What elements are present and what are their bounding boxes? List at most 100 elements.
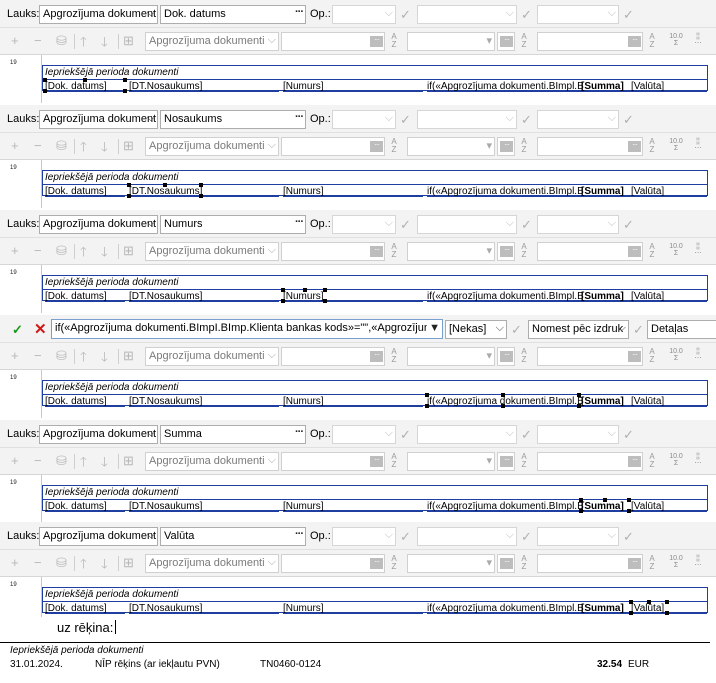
detalas-select[interactable]: Detaļas xyxy=(647,320,716,339)
move-down-icon[interactable]: 🡓 xyxy=(101,453,108,475)
indent-icon[interactable]: ¦¦ ⋯ xyxy=(691,33,705,47)
operator-select[interactable]: ⌵ xyxy=(332,527,396,546)
indent-icon[interactable]: ¦¦ ⋯ xyxy=(691,555,705,569)
source-select[interactable]: Apgrozījuma dokumenti ⌵ xyxy=(145,137,279,156)
apply-check-icon[interactable]: ✓ xyxy=(511,322,522,338)
apply-check-icon[interactable]: ✓ xyxy=(623,112,634,128)
source-select[interactable]: Apgrozījuma dokumenti ⌵ xyxy=(145,452,279,471)
expression-box[interactable]: ··· xyxy=(281,452,385,471)
value-select[interactable]: ⌵ xyxy=(417,527,517,546)
sort-icon[interactable]: AZ xyxy=(645,33,659,49)
ellipsis-icon[interactable]: ··· xyxy=(500,351,513,362)
apply-check-icon[interactable]: ✓ xyxy=(623,217,634,233)
ellipsis-icon[interactable]: ··· xyxy=(295,6,304,18)
report-band[interactable]: Iepriekšējā perioda dokumenti [Dok. datu… xyxy=(42,65,708,93)
option-select[interactable]: ⌵ xyxy=(537,215,619,234)
sort-az-icon[interactable]: AZ xyxy=(387,555,401,571)
ellipsis-icon[interactable]: ··· xyxy=(500,36,513,47)
add-icon[interactable]: + xyxy=(11,33,19,48)
sort-box[interactable]: ··· xyxy=(497,554,515,573)
database-icon[interactable]: ⛁ xyxy=(56,348,67,364)
sum-icon[interactable]: 10.0 Σ xyxy=(669,243,683,257)
tree-icon[interactable]: ⊞ xyxy=(123,138,134,154)
database-icon[interactable]: ⛁ xyxy=(56,138,67,154)
expression-box[interactable]: ··· xyxy=(281,137,385,156)
group-box[interactable]: ··· xyxy=(537,347,643,366)
sort-icon[interactable]: AZ xyxy=(645,243,659,259)
sort-icon[interactable]: AZ xyxy=(645,138,659,154)
ellipsis-icon[interactable]: ··· xyxy=(628,351,641,362)
sort-box[interactable]: ··· xyxy=(497,452,515,471)
move-down-icon[interactable]: 🡓 xyxy=(101,138,108,160)
report-band[interactable]: Iepriekšējā perioda dokumenti [Dok. datu… xyxy=(42,587,708,615)
nomest-select[interactable]: Nomest pēc izdruk ⌵ xyxy=(528,320,629,339)
sort-select[interactable]: ▾ xyxy=(407,32,495,51)
operator-select[interactable]: ⌵ xyxy=(332,5,396,24)
indent-icon[interactable]: ¦¦ ⋯ xyxy=(691,243,705,257)
ellipsis-icon[interactable]: ··· xyxy=(370,36,383,47)
ellipsis-icon[interactable]: ··· xyxy=(370,558,383,569)
cancel-x-icon[interactable]: ✕ xyxy=(34,320,47,338)
sort-box[interactable]: ··· xyxy=(497,32,515,51)
apply-check-icon[interactable]: ✓ xyxy=(623,427,634,443)
sort-select[interactable]: ▾ xyxy=(407,242,495,261)
database-icon[interactable]: ⛁ xyxy=(56,243,67,259)
sort-box[interactable]: ··· xyxy=(497,347,515,366)
sum-icon[interactable]: 10.0 Σ xyxy=(669,33,683,47)
table-select[interactable]: Apgrozījuma dokument ⌵ xyxy=(39,5,158,24)
apply-check-icon[interactable]: ✓ xyxy=(521,529,532,545)
expression-box[interactable]: ··· xyxy=(281,32,385,51)
group-box[interactable]: ··· xyxy=(537,32,643,51)
sort-az-icon[interactable]: AZ xyxy=(387,33,401,49)
table-select[interactable]: Apgrozījuma dokument ⌵ xyxy=(39,425,158,444)
sort-select[interactable]: ▾ xyxy=(407,452,495,471)
ellipsis-icon[interactable]: ··· xyxy=(628,246,641,257)
sort-az-icon[interactable]: AZ xyxy=(387,138,401,154)
option-select[interactable]: ⌵ xyxy=(537,110,619,129)
ellipsis-icon[interactable]: ··· xyxy=(500,246,513,257)
database-icon[interactable]: ⛁ xyxy=(56,555,67,571)
source-select[interactable]: Apgrozījuma dokumenti ⌵ xyxy=(145,347,279,366)
move-down-icon[interactable]: 🡓 xyxy=(101,243,108,265)
sort-icon[interactable]: AZ xyxy=(645,348,659,364)
value-select[interactable]: ⌵ xyxy=(417,215,517,234)
ellipsis-icon[interactable]: ··· xyxy=(295,426,304,438)
table-select[interactable]: Apgrozījuma dokument ⌵ xyxy=(39,215,158,234)
indent-icon[interactable]: ¦¦ ⋯ xyxy=(691,453,705,467)
source-select[interactable]: Apgrozījuma dokumenti ⌵ xyxy=(145,32,279,51)
field-select[interactable]: Nosaukums ··· xyxy=(160,110,306,129)
move-up-icon[interactable]: 🡑 xyxy=(80,33,87,55)
apply-check-icon[interactable]: ✓ xyxy=(400,7,411,23)
remove-icon[interactable]: − xyxy=(34,348,42,363)
tree-icon[interactable]: ⊞ xyxy=(123,555,134,571)
indent-icon[interactable]: ¦¦ ⋯ xyxy=(691,348,705,362)
ellipsis-icon[interactable]: ··· xyxy=(370,351,383,362)
add-icon[interactable]: + xyxy=(11,555,19,570)
apply-check-icon[interactable]: ✓ xyxy=(400,112,411,128)
tree-icon[interactable]: ⊞ xyxy=(123,453,134,469)
ellipsis-icon[interactable]: ··· xyxy=(295,528,304,540)
sum-icon[interactable]: 10.0 Σ xyxy=(669,453,683,467)
tree-icon[interactable]: ⊞ xyxy=(123,348,134,364)
ellipsis-icon[interactable]: ··· xyxy=(628,141,641,152)
group-box[interactable]: ··· xyxy=(537,554,643,573)
apply-check-icon[interactable]: ✓ xyxy=(521,427,532,443)
remove-icon[interactable]: − xyxy=(34,138,42,153)
sum-icon[interactable]: 10.0 Σ xyxy=(669,555,683,569)
field-select[interactable]: Summa ··· xyxy=(160,425,306,444)
add-icon[interactable]: + xyxy=(11,453,19,468)
ellipsis-icon[interactable]: ··· xyxy=(628,456,641,467)
value-select[interactable]: ⌵ xyxy=(417,5,517,24)
expression-box[interactable]: ··· xyxy=(281,347,385,366)
sort-icon[interactable]: AZ xyxy=(645,453,659,469)
group-box[interactable]: ··· xyxy=(537,137,643,156)
move-up-icon[interactable]: 🡑 xyxy=(80,555,87,577)
sum-icon[interactable]: 10.0 Σ xyxy=(669,138,683,152)
sort-za-icon[interactable]: AZ xyxy=(517,138,531,154)
remove-icon[interactable]: − xyxy=(34,33,42,48)
sort-za-icon[interactable]: AZ xyxy=(517,33,531,49)
option-select[interactable]: ⌵ xyxy=(537,527,619,546)
sort-az-icon[interactable]: AZ xyxy=(387,243,401,259)
operator-select[interactable]: ⌵ xyxy=(332,110,396,129)
apply-check-icon[interactable]: ✓ xyxy=(400,529,411,545)
